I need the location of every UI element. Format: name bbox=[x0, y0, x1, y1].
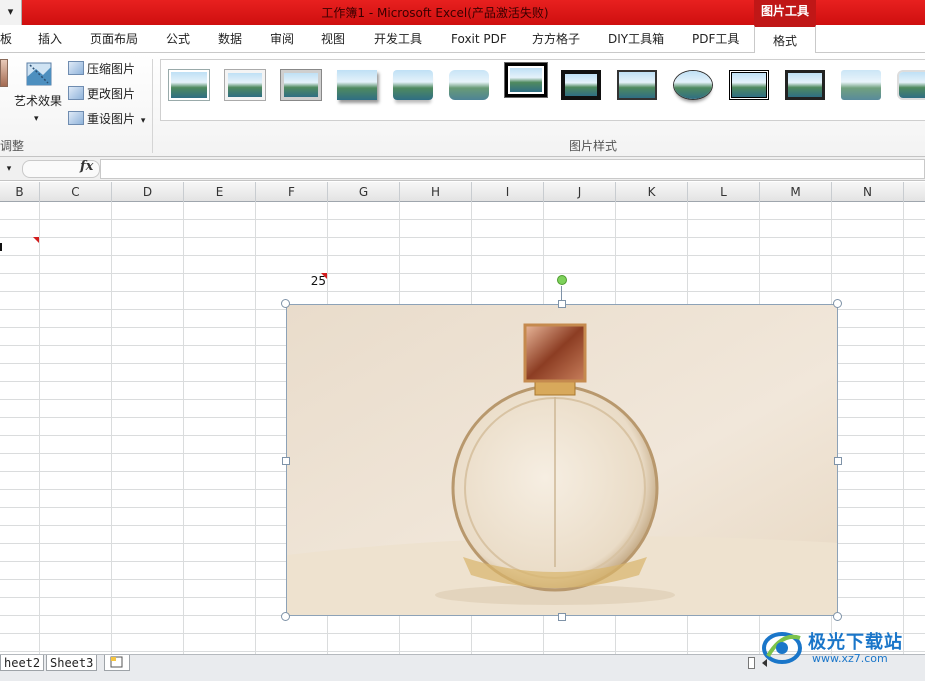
perfume-bottle-image bbox=[287, 305, 837, 615]
cell-f-value[interactable]: 25 bbox=[302, 274, 326, 288]
style-thumbnail[interactable] bbox=[449, 70, 489, 100]
reset-label: 重设图片 bbox=[87, 112, 136, 126]
watermark-text: 极光下载站 bbox=[808, 632, 903, 653]
formula-bar: ▾ fx bbox=[0, 157, 925, 181]
cell-text-fragment bbox=[0, 243, 2, 251]
compress-pictures-button[interactable]: 压缩图片 bbox=[68, 59, 135, 79]
comment-indicator[interactable] bbox=[33, 237, 39, 243]
aurora-logo-icon bbox=[762, 632, 802, 664]
picture-styles-group-label: 图片样式 bbox=[569, 139, 618, 153]
tab-data[interactable]: 数据 bbox=[218, 25, 242, 53]
picture-styles-gallery bbox=[160, 59, 925, 121]
column-header-e[interactable]: E bbox=[184, 182, 256, 202]
artistic-effects-dropdown-icon[interactable]: ▾ bbox=[34, 109, 39, 129]
quick-access-dropdown-icon[interactable]: ▾ bbox=[0, 0, 22, 25]
column-header-b[interactable]: B bbox=[0, 182, 40, 202]
style-thumbnail[interactable] bbox=[785, 70, 825, 100]
style-thumbnail[interactable] bbox=[337, 70, 377, 100]
column-headers: B C D E F G H I J K L M N bbox=[0, 182, 925, 202]
style-thumbnail[interactable] bbox=[561, 70, 601, 100]
column-header-l[interactable]: L bbox=[688, 182, 760, 202]
style-thumbnail[interactable] bbox=[393, 70, 433, 100]
style-thumbnail[interactable] bbox=[169, 70, 209, 100]
worksheet-grid[interactable]: 25 bbox=[0, 202, 925, 654]
resize-handle-top-right[interactable] bbox=[833, 299, 842, 308]
corrections-icon[interactable] bbox=[0, 59, 8, 87]
resize-handle-top-left[interactable] bbox=[281, 299, 290, 308]
excel-window: ▾ 工作簿1 - Microsoft Excel(产品激活失败) 图片工具 板 … bbox=[0, 0, 925, 681]
formula-input[interactable] bbox=[100, 159, 925, 179]
column-header-g[interactable]: G bbox=[328, 182, 400, 202]
style-thumbnail[interactable] bbox=[841, 70, 881, 100]
column-header-i[interactable]: I bbox=[472, 182, 544, 202]
style-thumbnail[interactable] bbox=[729, 70, 769, 100]
tab-fangfang-gezi[interactable]: 方方格子 bbox=[532, 25, 580, 53]
artistic-effects-button[interactable]: 艺术效果 bbox=[14, 91, 62, 111]
insert-function-icon[interactable]: fx bbox=[80, 159, 93, 174]
column-header-k[interactable]: K bbox=[616, 182, 688, 202]
reset-picture-button[interactable]: 重设图片 ▾ bbox=[68, 109, 145, 129]
style-thumbnail[interactable] bbox=[225, 70, 265, 100]
column-header-f[interactable]: F bbox=[256, 182, 328, 202]
tab-pdf-tools[interactable]: PDF工具 bbox=[692, 25, 739, 53]
tab-format[interactable]: 格式 bbox=[754, 25, 816, 54]
window-title: 工作簿1 - Microsoft Excel(产品激活失败) bbox=[321, 6, 549, 20]
title-bar: ▾ 工作簿1 - Microsoft Excel(产品激活失败) 图片工具 bbox=[0, 0, 925, 25]
sheet-tab-sheet3[interactable]: Sheet3 bbox=[46, 655, 98, 671]
tab-page-layout[interactable]: 页面布局 bbox=[90, 25, 138, 53]
resize-handle-bottom-right[interactable] bbox=[833, 612, 842, 621]
adjust-group-label: 调整 bbox=[0, 139, 25, 153]
picture-tools-context-label: 图片工具 bbox=[754, 0, 816, 25]
change-picture-icon bbox=[68, 86, 84, 100]
column-header-n[interactable]: N bbox=[832, 182, 904, 202]
sheet-tab-sheet2[interactable]: heet2 bbox=[0, 655, 45, 671]
rotation-handle[interactable] bbox=[557, 275, 567, 285]
compress-label: 压缩图片 bbox=[87, 62, 136, 76]
tab-review[interactable]: 审阅 bbox=[270, 25, 294, 53]
resize-handle-top[interactable] bbox=[558, 300, 566, 308]
watermark-url: www.xz7.com bbox=[812, 652, 888, 665]
tab-developer[interactable]: 开发工具 bbox=[374, 25, 422, 53]
column-header-d[interactable]: D bbox=[112, 182, 184, 202]
column-header-j[interactable]: J bbox=[544, 182, 616, 202]
tab-view[interactable]: 视图 bbox=[321, 25, 345, 53]
site-watermark: 极光下载站 www.xz7.com bbox=[760, 626, 925, 670]
name-box-dropdown-icon[interactable]: ▾ bbox=[0, 161, 18, 177]
resize-handle-right[interactable] bbox=[834, 457, 842, 465]
tab-insert[interactable]: 插入 bbox=[38, 25, 62, 53]
tab-diy-toolbox[interactable]: DIY工具箱 bbox=[608, 25, 664, 53]
reset-dropdown-icon[interactable]: ▾ bbox=[141, 116, 146, 126]
compress-icon bbox=[68, 61, 84, 75]
style-thumbnail[interactable] bbox=[673, 70, 713, 100]
change-picture-button[interactable]: 更改图片 bbox=[68, 84, 135, 104]
column-header-m[interactable]: M bbox=[760, 182, 832, 202]
style-thumbnail[interactable] bbox=[504, 62, 548, 98]
style-thumbnail[interactable] bbox=[897, 70, 925, 100]
resize-handle-left[interactable] bbox=[282, 457, 290, 465]
inserted-picture[interactable] bbox=[286, 304, 838, 616]
style-thumbnail[interactable] bbox=[281, 70, 321, 100]
style-thumbnail[interactable] bbox=[617, 70, 657, 100]
artistic-effects-icon bbox=[26, 62, 52, 86]
ribbon-tabs: 板 插入 页面布局 公式 数据 审阅 视图 开发工具 Foxit PDF 方方格… bbox=[0, 25, 925, 54]
ribbon-body: 艺术效果 ▾ 压缩图片 更改图片 重设图片 ▾ 调整 图片样式 bbox=[0, 53, 925, 157]
scroll-split-handle[interactable] bbox=[748, 657, 755, 669]
change-label: 更改图片 bbox=[87, 87, 136, 101]
tab-clipboard-partial[interactable]: 板 bbox=[0, 25, 12, 53]
group-divider bbox=[152, 59, 153, 153]
column-header-h[interactable]: H bbox=[400, 182, 472, 202]
column-header-c[interactable]: C bbox=[40, 182, 112, 202]
resize-handle-bottom-left[interactable] bbox=[281, 612, 290, 621]
reset-picture-icon bbox=[68, 111, 84, 125]
tab-formulas[interactable]: 公式 bbox=[166, 25, 190, 53]
insert-sheet-icon[interactable] bbox=[104, 655, 130, 671]
resize-handle-bottom[interactable] bbox=[558, 613, 566, 621]
tab-foxit-pdf[interactable]: Foxit PDF bbox=[451, 25, 507, 53]
